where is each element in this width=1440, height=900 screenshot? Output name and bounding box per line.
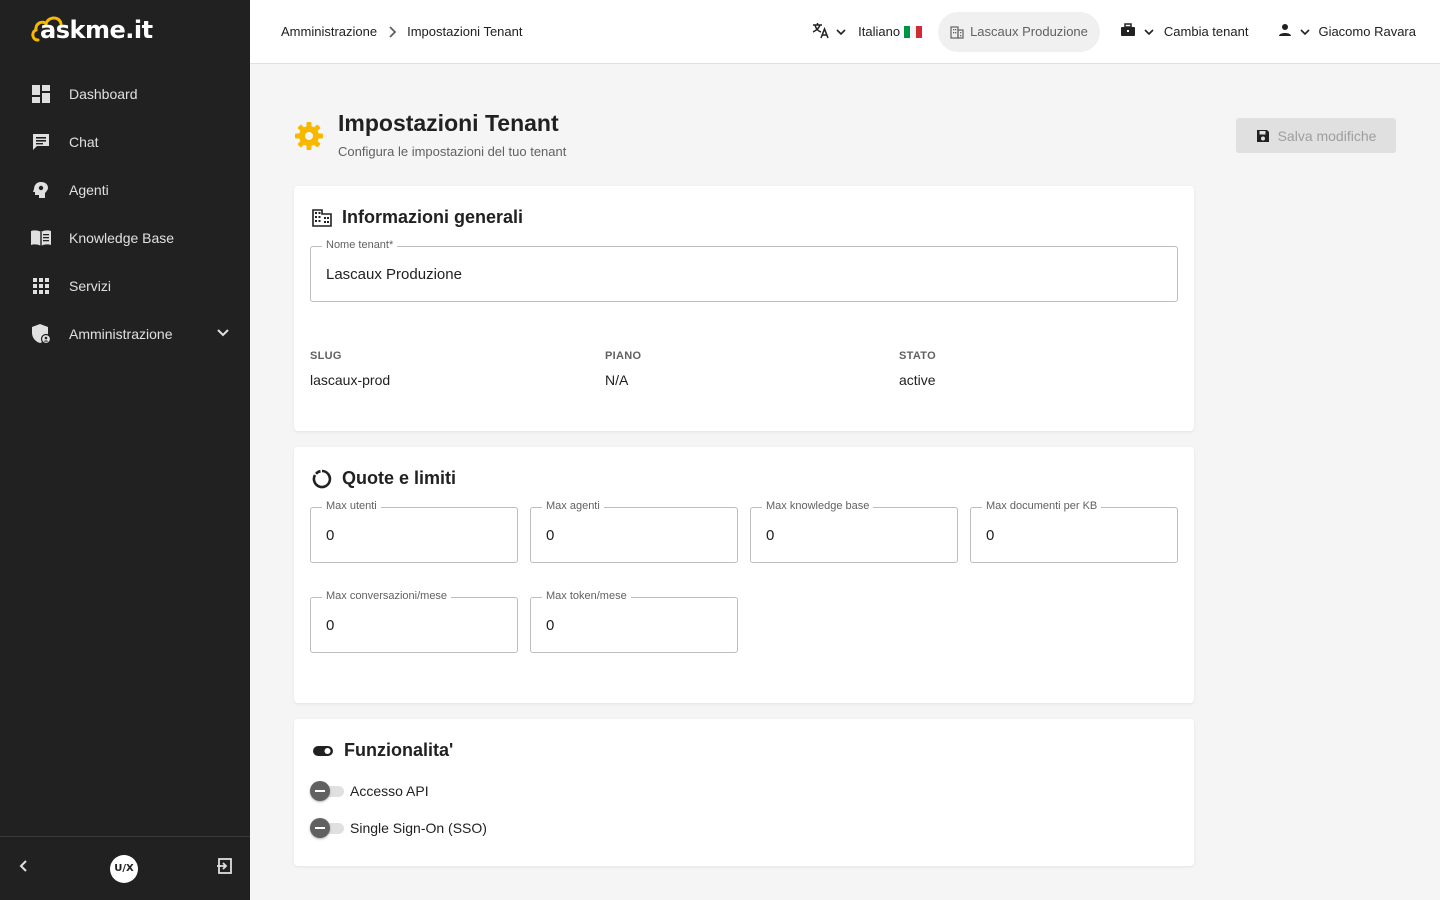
- grid-icon: [30, 275, 52, 297]
- max-agents-field: Max agenti: [530, 500, 738, 563]
- max-tokens-input[interactable]: [546, 598, 722, 652]
- max-agents-input[interactable]: [546, 508, 722, 562]
- max-tokens-field: Max token/mese: [530, 590, 738, 653]
- save-button-label: Salva modifiche: [1277, 127, 1377, 144]
- max-conversations-input[interactable]: [326, 598, 502, 652]
- breadcrumb: Amministrazione Impostazioni Tenant: [281, 24, 522, 39]
- sidebar-nav: Dashboard Chat Agenti Knowledge Base Ser…: [0, 70, 250, 358]
- sidebar-footer: U/X: [0, 836, 250, 900]
- sidebar-item-label: Servizi: [69, 278, 112, 294]
- max-documents-per-kb-field: Max documenti per KB: [970, 500, 1178, 563]
- chat-icon: [30, 131, 52, 153]
- chevron-down-icon[interactable]: [216, 325, 230, 343]
- italy-flag-icon: [904, 25, 923, 38]
- current-tenant-label: Lascaux Produzione: [970, 24, 1088, 39]
- sidebar-item-label: Dashboard: [69, 86, 138, 102]
- chevron-right-icon: [387, 25, 397, 38]
- translate-icon: [812, 21, 830, 42]
- card-title: Funzionalita': [312, 740, 453, 761]
- card-title-label: Informazioni generali: [342, 207, 524, 227]
- ux-logo: U/X: [110, 854, 138, 883]
- sidebar-item-servizi[interactable]: Servizi: [0, 262, 250, 310]
- sidebar-item-label: Knowledge Base: [69, 230, 175, 246]
- breadcrumb-current: Impostazioni Tenant: [407, 24, 523, 39]
- quotas-card: Quote e limiti Max utenti Max agenti Max…: [294, 447, 1194, 703]
- gear-icon: [294, 121, 324, 156]
- admin-shield-icon: [30, 323, 52, 345]
- user-menu[interactable]: Giacomo Ravara: [1278, 23, 1416, 40]
- slug-info: SLUG lascaux-prod: [310, 350, 390, 388]
- info-value: N/A: [605, 372, 629, 388]
- max-knowledge-base-input[interactable]: [766, 508, 942, 562]
- max-conversations-field: Max conversazioni/mese: [310, 590, 518, 653]
- sidebar-item-chat[interactable]: Chat: [0, 118, 250, 166]
- page-title: Impostazioni Tenant: [338, 110, 559, 136]
- max-knowledge-base-field: Max knowledge base: [750, 500, 958, 563]
- building-icon: [950, 25, 964, 39]
- info-label: STATO: [899, 350, 936, 362]
- info-value: active: [899, 372, 936, 388]
- info-label: SLUG: [310, 350, 342, 362]
- floppy-disk-icon: [1256, 129, 1270, 143]
- card-title-label: Funzionalita': [344, 740, 454, 760]
- chevron-down-icon: [1300, 24, 1311, 39]
- toggle-switch[interactable]: [310, 818, 346, 838]
- collapse-sidebar-icon[interactable]: [16, 858, 32, 879]
- switch-tenant-label: Cambia tenant: [1163, 24, 1249, 39]
- user-icon: [1278, 23, 1292, 40]
- feature-toggle-sso[interactable]: Single Sign-On (SSO): [310, 818, 487, 838]
- minus-icon: [310, 818, 330, 838]
- feature-toggle-api[interactable]: Accesso API: [310, 781, 429, 801]
- sidebar-item-label: Agenti: [69, 182, 109, 198]
- toggle-icon: [312, 744, 334, 758]
- current-tenant-chip[interactable]: Lascaux Produzione: [938, 11, 1100, 52]
- donut-chart-icon: [312, 469, 332, 489]
- briefcase-icon: [1120, 23, 1136, 40]
- minus-icon: [310, 781, 330, 801]
- status-info: STATO active: [899, 350, 936, 388]
- sidebar-item-label: Amministrazione: [69, 326, 173, 342]
- sidebar-item-dashboard[interactable]: Dashboard: [0, 70, 250, 118]
- language-selector[interactable]: Italiano: [812, 21, 923, 42]
- chevron-down-icon: [836, 24, 846, 39]
- logout-icon[interactable]: [216, 857, 234, 880]
- card-title: Quote e limiti: [312, 468, 456, 489]
- info-value: lascaux-prod: [310, 372, 391, 388]
- page-subtitle: Configura le impostazioni del tuo tenant: [338, 144, 567, 159]
- page-header: Impostazioni Tenant Configura le imposta…: [294, 108, 1396, 168]
- user-name: Giacomo Ravara: [1318, 24, 1416, 39]
- tenant-name-field: Nome tenant*: [310, 239, 1178, 302]
- toggle-switch[interactable]: [310, 781, 346, 801]
- topbar-actions: Italiano Lascaux Produzione Cambia tenan…: [812, 11, 1416, 52]
- toggle-label: Accesso API: [350, 783, 429, 799]
- brand-name: askme.it: [40, 16, 153, 44]
- max-users-field: Max utenti: [310, 500, 518, 563]
- agent-icon: [30, 179, 52, 201]
- save-button[interactable]: Salva modifiche: [1236, 118, 1396, 153]
- chevron-down-icon: [1144, 24, 1154, 39]
- sidebar-item-label: Chat: [69, 134, 99, 150]
- topbar: Amministrazione Impostazioni Tenant Ital…: [250, 0, 1440, 64]
- dashboard-icon: [30, 83, 52, 105]
- sidebar-item-agenti[interactable]: Agenti: [0, 166, 250, 214]
- card-title: Informazioni generali: [312, 207, 523, 228]
- building-icon: [312, 208, 332, 227]
- max-documents-per-kb-input[interactable]: [986, 508, 1162, 562]
- plan-info: PIANO N/A: [605, 350, 641, 388]
- max-users-input[interactable]: [326, 508, 502, 562]
- sidebar: askme.it Dashboard Chat Agenti Knowledge…: [0, 0, 250, 900]
- language-label: Italiano: [858, 24, 901, 39]
- sidebar-item-knowledge-base[interactable]: Knowledge Base: [0, 214, 250, 262]
- brand-logo[interactable]: askme.it: [30, 10, 153, 50]
- toggle-label: Single Sign-On (SSO): [350, 820, 487, 836]
- card-title-label: Quote e limiti: [342, 468, 457, 488]
- breadcrumb-item[interactable]: Amministrazione: [281, 24, 377, 39]
- sidebar-item-amministrazione[interactable]: Amministrazione: [0, 310, 250, 358]
- book-icon: [30, 227, 52, 249]
- switch-tenant-button[interactable]: Cambia tenant: [1120, 23, 1249, 40]
- info-label: PIANO: [605, 350, 642, 362]
- features-card: Funzionalita' Accesso API Single Sign-On…: [294, 719, 1194, 866]
- general-info-card: Informazioni generali Nome tenant* SLUG …: [294, 186, 1194, 431]
- tenant-name-input[interactable]: [326, 247, 1162, 301]
